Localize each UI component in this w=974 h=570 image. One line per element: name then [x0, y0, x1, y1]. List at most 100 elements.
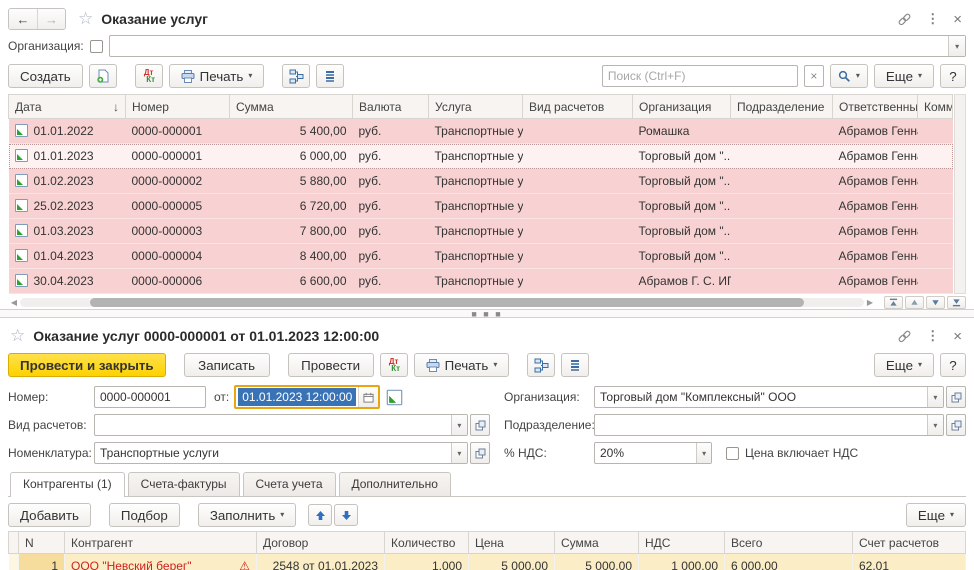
table-row[interactable]: 01.02.20230000-0000025 880,00руб.Транспо…: [9, 169, 953, 194]
table-row[interactable]: 01.01.20220000-0000015 400,00руб.Транспо…: [9, 119, 953, 144]
table-row[interactable]: 01.04.20230000-0000048 400,00руб.Транспо…: [9, 244, 953, 269]
cell[interactable]: [918, 169, 953, 194]
cell[interactable]: [918, 119, 953, 144]
more-menu-icon[interactable]: ⋮: [926, 11, 939, 27]
settlement-type-field[interactable]: ▾: [94, 414, 468, 436]
settlement-type-input[interactable]: [95, 415, 451, 435]
cell[interactable]: [731, 219, 833, 244]
add-row-button[interactable]: Добавить: [8, 503, 91, 527]
cell[interactable]: 7 800,00: [230, 219, 353, 244]
scroll-thumb[interactable]: [90, 298, 804, 307]
department-field[interactable]: ▾: [594, 414, 944, 436]
table-row[interactable]: 01.03.20230000-0000037 800,00руб.Транспо…: [9, 219, 953, 244]
cell[interactable]: 25.02.2023: [9, 194, 126, 219]
cell[interactable]: 01.04.2023: [9, 244, 126, 269]
settlement-type-dropdown-icon[interactable]: ▾: [451, 415, 467, 435]
cell[interactable]: 2548 от 01.01.2023: [257, 554, 385, 570]
column-header[interactable]: Номер: [126, 95, 230, 119]
organization-filter-dropdown-icon[interactable]: ▾: [948, 36, 965, 56]
window-splitter[interactable]: ■ ■ ■: [0, 309, 974, 318]
cell[interactable]: 0000-000002: [126, 169, 230, 194]
cell[interactable]: Транспортные у...: [429, 244, 523, 269]
cell[interactable]: 6 720,00: [230, 194, 353, 219]
column-header[interactable]: Услуга: [429, 95, 523, 119]
cell[interactable]: 62.01: [853, 554, 966, 570]
cell[interactable]: [918, 194, 953, 219]
vat-field[interactable]: ▾: [594, 442, 712, 464]
organization-input[interactable]: [595, 387, 927, 407]
list-help-button[interactable]: ?: [940, 64, 966, 88]
doc-favorite-star-icon[interactable]: ☆: [10, 326, 25, 346]
nomenclature-open-button[interactable]: [470, 442, 490, 464]
search-clear-icon[interactable]: ×: [804, 65, 824, 87]
go-last-button[interactable]: [947, 296, 966, 309]
link-icon[interactable]: [897, 12, 912, 27]
tab-1[interactable]: Контрагенты (1): [10, 472, 125, 497]
cell[interactable]: [918, 144, 953, 169]
cell[interactable]: 01.01.2023: [9, 144, 126, 169]
cell[interactable]: Абрамов Генна...: [833, 219, 918, 244]
cell[interactable]: 6 000,00: [230, 144, 353, 169]
organization-field[interactable]: ▾: [594, 386, 944, 408]
go-previous-button[interactable]: [905, 296, 924, 309]
cell[interactable]: [523, 269, 633, 294]
cell[interactable]: 01.03.2023: [9, 219, 126, 244]
cell[interactable]: Транспортные у...: [429, 169, 523, 194]
dt-kt-postings-button[interactable]: ДтКт: [135, 64, 163, 88]
column-header[interactable]: Всего: [725, 532, 853, 554]
cell[interactable]: руб.: [353, 119, 429, 144]
settlement-type-open-button[interactable]: [470, 414, 490, 436]
column-header[interactable]: Счет расчетов: [853, 532, 966, 554]
cell[interactable]: Абрамов Г. С. ИП: [633, 269, 731, 294]
column-header[interactable]: Количество: [385, 532, 469, 554]
date-value[interactable]: 01.01.2023 12:00:00: [238, 388, 356, 406]
create-button[interactable]: Создать: [8, 64, 83, 88]
horizontal-scrollbar[interactable]: [20, 298, 864, 307]
list-more-button[interactable]: Еще ▾: [874, 64, 934, 88]
cell[interactable]: [731, 144, 833, 169]
column-header[interactable]: Организация: [633, 95, 731, 119]
column-header[interactable]: Цена: [469, 532, 555, 554]
cell[interactable]: [523, 119, 633, 144]
cell[interactable]: Транспортные у...: [429, 269, 523, 294]
cell[interactable]: Абрамов Генна...: [833, 194, 918, 219]
cell[interactable]: 01.02.2023: [9, 169, 126, 194]
vat-included-option[interactable]: Цена включает НДС: [726, 446, 858, 460]
cell[interactable]: руб.: [353, 169, 429, 194]
doc-link-icon[interactable]: [897, 329, 912, 344]
cell[interactable]: [918, 244, 953, 269]
cell[interactable]: Абрамов Генна...: [833, 119, 918, 144]
cell[interactable]: руб.: [353, 219, 429, 244]
cell[interactable]: [918, 219, 953, 244]
back-button[interactable]: ←: [9, 9, 37, 29]
scroll-right-icon[interactable]: ▶: [864, 298, 876, 307]
cell[interactable]: Торговый дом "...: [633, 194, 731, 219]
cell[interactable]: 0000-000003: [126, 219, 230, 244]
contractor-name[interactable]: ООО "Невский берег": [71, 559, 192, 570]
organization-filter-checkbox[interactable]: [90, 40, 103, 53]
column-header[interactable]: Дата ↓: [9, 95, 126, 119]
doc-help-button[interactable]: ?: [940, 353, 966, 377]
forward-button[interactable]: →: [37, 9, 65, 29]
cell[interactable]: 1,000: [385, 554, 469, 570]
cell[interactable]: [523, 144, 633, 169]
column-header[interactable]: Контрагент: [65, 532, 257, 554]
column-header[interactable]: Коммен...: [918, 95, 953, 119]
doc-dt-kt-button[interactable]: ДтКт: [380, 353, 408, 377]
cell[interactable]: 30.04.2023: [9, 269, 126, 294]
close-icon[interactable]: ×: [953, 11, 962, 28]
cell[interactable]: 1 000,00: [639, 554, 725, 570]
go-first-button[interactable]: [884, 296, 903, 309]
cell[interactable]: Абрамов Генна...: [833, 144, 918, 169]
table-row[interactable]: 01.01.20230000-0000016 000,00руб.Транспо…: [9, 144, 953, 169]
column-header[interactable]: Вид расчетов: [523, 95, 633, 119]
calendar-button[interactable]: [358, 387, 378, 407]
cell[interactable]: [731, 194, 833, 219]
fill-button[interactable]: Заполнить ▾: [198, 503, 296, 527]
organization-filter-combo[interactable]: ▾: [109, 35, 966, 57]
cell[interactable]: 0000-000006: [126, 269, 230, 294]
cell[interactable]: 5 880,00: [230, 169, 353, 194]
nomenclature-input[interactable]: [95, 443, 451, 463]
cell[interactable]: 5 400,00: [230, 119, 353, 144]
column-header[interactable]: Договор: [257, 532, 385, 554]
